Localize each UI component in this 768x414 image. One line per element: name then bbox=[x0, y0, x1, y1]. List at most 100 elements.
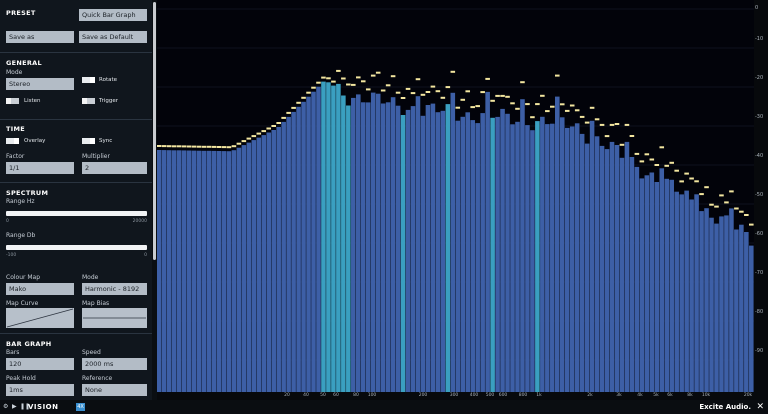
bars-input[interactable]: 120 bbox=[6, 358, 74, 370]
preset-select[interactable]: Quick Bar Graph bbox=[79, 9, 147, 21]
overlay-label: Overlay bbox=[24, 138, 46, 144]
peak-hold-marker bbox=[500, 94, 505, 97]
peak-hold-marker bbox=[694, 180, 699, 183]
spectrum-bar bbox=[191, 150, 197, 392]
vision-logo-badge: 4X bbox=[76, 403, 85, 411]
bias-line-icon bbox=[83, 317, 146, 319]
map-bias-label: Map Bias bbox=[82, 300, 110, 307]
spectrum-bar bbox=[405, 109, 411, 393]
spectrum-bar bbox=[341, 95, 346, 392]
db-axis: 0 -10 -20 -30 -40 -50 -60 -70 -80 -90 bbox=[754, 0, 768, 392]
peak-hold-marker bbox=[490, 99, 495, 102]
peak-hold-marker bbox=[425, 91, 431, 93]
peak-hold-marker bbox=[719, 194, 724, 197]
spectrum-bar bbox=[669, 179, 674, 392]
settings-icon[interactable]: ⚙ bbox=[3, 403, 8, 410]
peak-hold-marker bbox=[664, 164, 670, 167]
spectrum-bar bbox=[505, 113, 510, 393]
spectrum-bar bbox=[176, 150, 182, 392]
peak-hold-marker bbox=[445, 86, 451, 89]
peak-hold-marker bbox=[734, 207, 739, 210]
spectrum-bar bbox=[430, 103, 436, 392]
peak-hold-marker bbox=[375, 71, 381, 74]
spectrum-bar bbox=[251, 140, 257, 392]
peak-hold-marker bbox=[525, 103, 530, 106]
peak-hold-marker bbox=[545, 110, 550, 113]
spectrum-bar bbox=[574, 123, 580, 393]
peak-hold-marker bbox=[176, 145, 182, 148]
spectrum-bar bbox=[540, 116, 545, 393]
listen-toggle[interactable] bbox=[6, 98, 19, 104]
spectrum-mode-select[interactable]: Harmonic - 8192 bbox=[82, 283, 147, 295]
peak-hold-marker bbox=[281, 116, 286, 119]
spectrum-bar bbox=[281, 121, 286, 393]
multiplier-select[interactable]: 2 bbox=[82, 162, 147, 174]
spectrum-bar bbox=[520, 99, 525, 392]
speed-input[interactable]: 2000 ms bbox=[82, 358, 147, 370]
y-tick: -90 bbox=[755, 348, 764, 354]
map-bias-editor[interactable] bbox=[82, 308, 147, 328]
sync-toggle[interactable] bbox=[82, 138, 95, 144]
peak-hold-marker bbox=[475, 105, 480, 108]
spectrum-bar bbox=[455, 120, 461, 392]
reference-select[interactable]: None bbox=[82, 384, 147, 396]
spectrum-bar bbox=[550, 123, 555, 392]
map-curve-editor[interactable] bbox=[6, 308, 74, 328]
time-title: TIME bbox=[6, 125, 25, 133]
mode-select[interactable]: Stereo bbox=[6, 78, 74, 90]
spectrum-bar bbox=[331, 85, 336, 392]
peak-hold-marker bbox=[649, 158, 655, 161]
footer-bar: ⚙ ▶ ❚❚ VISION 4X Excite Audio. ✕ bbox=[0, 400, 768, 414]
peak-hold-marker bbox=[326, 77, 331, 80]
save-as-button[interactable]: Save as bbox=[6, 31, 74, 43]
peak-hold-marker bbox=[639, 160, 645, 163]
save-as-default-button[interactable]: Save as Default bbox=[79, 31, 147, 43]
trigger-toggle[interactable] bbox=[82, 98, 95, 104]
range-db-slider[interactable] bbox=[6, 245, 147, 250]
spectrum-bar bbox=[649, 172, 655, 392]
peak-hold-marker bbox=[415, 78, 421, 81]
spectrum-bar bbox=[644, 175, 650, 392]
spectrum-bar bbox=[545, 124, 550, 392]
factor-select[interactable]: 1/1 bbox=[6, 162, 74, 174]
peak-hold-marker bbox=[246, 137, 252, 140]
peak-hold-marker bbox=[589, 106, 595, 109]
spectrum-bar bbox=[699, 211, 704, 392]
spectrum-bar bbox=[201, 150, 207, 392]
spectrum-bar bbox=[380, 103, 386, 392]
y-tick: -50 bbox=[755, 192, 764, 198]
spectrum-title: SPECTRUM bbox=[6, 189, 49, 197]
peak-hold-marker bbox=[435, 90, 441, 93]
play-icon[interactable]: ▶ bbox=[12, 403, 17, 410]
x-tick: 600 bbox=[498, 393, 508, 398]
colour-map-select[interactable]: Mako bbox=[6, 283, 74, 295]
peak-hold-marker bbox=[659, 146, 665, 149]
map-curve-label: Map Curve bbox=[6, 300, 39, 307]
spectrum-bar bbox=[415, 96, 421, 392]
spectrum-bar bbox=[624, 141, 630, 392]
peak-hold-input[interactable]: 1ms bbox=[6, 384, 74, 396]
overlay-toggle[interactable] bbox=[6, 138, 19, 144]
peak-hold-marker bbox=[251, 135, 257, 138]
spectrum-section: SPECTRUM Range Hz 0 20000 Range Db -100 … bbox=[0, 183, 152, 333]
rotate-label: Rotate bbox=[99, 77, 118, 83]
spectrum-bar bbox=[490, 117, 495, 393]
close-icon[interactable]: ✕ bbox=[756, 402, 764, 412]
peak-hold-marker bbox=[729, 190, 734, 193]
y-tick: -60 bbox=[755, 231, 764, 237]
spectrum-bar bbox=[236, 147, 242, 392]
peak-hold-marker bbox=[629, 135, 635, 137]
spectrum-bar bbox=[316, 86, 321, 392]
range-hz-slider[interactable] bbox=[6, 211, 147, 216]
x-tick: 50 bbox=[320, 393, 326, 398]
scrollbar-thumb[interactable] bbox=[153, 2, 156, 260]
spectrum-bar bbox=[286, 116, 291, 393]
spectrum-bar bbox=[266, 132, 272, 392]
spectrum-bar bbox=[460, 116, 466, 393]
rotate-toggle[interactable] bbox=[82, 77, 95, 83]
x-tick: 80 bbox=[353, 393, 359, 398]
x-tick: 300 bbox=[449, 393, 459, 398]
spectrum-bar bbox=[221, 151, 227, 392]
y-tick: -10 bbox=[755, 36, 764, 42]
peak-hold-marker bbox=[510, 102, 515, 105]
